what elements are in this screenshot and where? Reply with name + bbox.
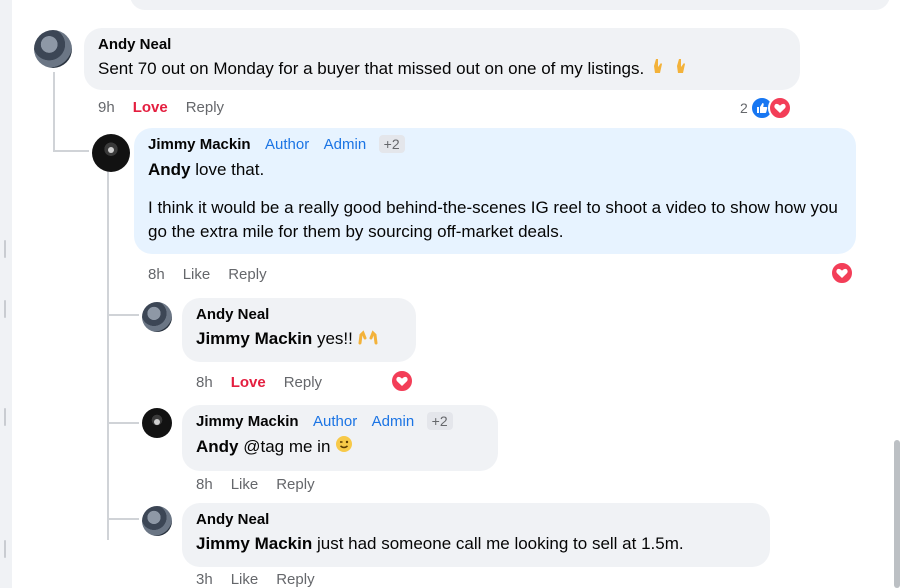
comment-text-paragraph: I think it would be a really good behind… — [148, 198, 838, 241]
comment-author[interactable]: Andy Neal — [196, 511, 756, 528]
timestamp[interactable]: 3h — [196, 571, 213, 588]
mention-link[interactable]: Jimmy Mackin — [196, 534, 312, 553]
previous-comment-bubble — [130, 0, 890, 10]
comment-bubble: Andy Neal Jimmy Mackin just had someone … — [182, 503, 770, 567]
scrollbar[interactable] — [894, 440, 900, 588]
thread-line — [53, 72, 55, 152]
comment-body: love that. — [190, 160, 265, 179]
heart-reaction-icon — [830, 261, 854, 285]
author-badge: Author — [313, 413, 358, 430]
comment-body: just had someone call me looking to sell… — [312, 534, 684, 553]
mention-link[interactable]: Andy — [196, 437, 239, 456]
timestamp[interactable]: 8h — [148, 266, 165, 283]
comment-actions: 8h Love Reply — [196, 374, 322, 391]
love-button[interactable]: Love — [231, 374, 266, 391]
comment-author[interactable]: Jimmy Mackin — [196, 413, 299, 430]
thread-connector — [107, 314, 139, 316]
left-panel-edge — [0, 0, 12, 588]
more-badges[interactable]: +2 — [426, 412, 453, 430]
like-button[interactable]: Like — [183, 266, 211, 283]
reply-button[interactable]: Reply — [276, 476, 314, 493]
love-button[interactable]: Love — [133, 99, 168, 116]
comment-body: @tag me in — [238, 437, 331, 456]
thread-connector — [107, 422, 139, 424]
reply-button[interactable]: Reply — [284, 374, 322, 391]
comment-text: Jimmy Mackin yes!! — [196, 327, 402, 352]
comment-text: Andy @tag me in — [196, 435, 484, 460]
comment-bubble: Andy Neal Jimmy Mackin yes!! — [182, 298, 416, 362]
reaction-summary[interactable] — [830, 261, 854, 285]
heart-reaction-icon — [767, 96, 792, 120]
reply-button[interactable]: Reply — [186, 99, 224, 116]
like-button[interactable]: Like — [231, 476, 259, 493]
reply-button[interactable]: Reply — [276, 571, 314, 588]
crossed-fingers-emoji — [649, 57, 667, 82]
reaction-summary[interactable]: 2 — [740, 96, 792, 120]
comment-body: yes!! — [312, 329, 353, 348]
comment-header: Jimmy Mackin Author Admin +2 — [196, 412, 484, 431]
avatar[interactable] — [142, 506, 172, 536]
timestamp[interactable]: 9h — [98, 99, 115, 116]
comment-text: Jimmy Mackin just had someone call me lo… — [196, 532, 756, 556]
avatar[interactable] — [34, 30, 72, 68]
comment-author[interactable]: Jimmy Mackin — [148, 136, 251, 153]
comment-bubble: Andy Neal Sent 70 out on Monday for a bu… — [84, 28, 800, 90]
comment-author[interactable]: Andy Neal — [98, 36, 786, 53]
avatar[interactable] — [142, 408, 172, 438]
comment-actions: 3h Like Reply — [196, 571, 315, 588]
timestamp[interactable]: 8h — [196, 374, 213, 391]
timestamp[interactable]: 8h — [196, 476, 213, 493]
author-badge: Author — [265, 136, 310, 153]
heart-reaction-icon — [390, 369, 414, 393]
comment-text: Andy love that. — [148, 158, 842, 182]
crossed-fingers-emoji — [672, 57, 690, 82]
comment-author[interactable]: Andy Neal — [196, 306, 402, 323]
reply-button[interactable]: Reply — [228, 266, 266, 283]
thread-connector — [53, 150, 89, 152]
more-badges[interactable]: +2 — [378, 135, 405, 153]
comment-actions: 9h Love Reply — [98, 99, 224, 116]
admin-badge: Admin — [323, 136, 367, 153]
comment-body: Sent 70 out on Monday for a buyer that m… — [98, 59, 645, 78]
reaction-count: 2 — [740, 100, 748, 116]
comment-text: Sent 70 out on Monday for a buyer that m… — [98, 57, 786, 82]
thread-line — [107, 170, 109, 540]
mention-link[interactable]: Jimmy Mackin — [196, 329, 312, 348]
comment-bubble: Jimmy Mackin Author Admin +2 Andy @tag m… — [182, 405, 498, 471]
admin-badge: Admin — [371, 413, 415, 430]
avatar[interactable] — [142, 302, 172, 332]
thread-connector — [107, 518, 139, 520]
raising-hands-emoji — [358, 328, 378, 352]
comment-bubble: Jimmy Mackin Author Admin +2 Andy love t… — [134, 128, 856, 254]
reaction-summary[interactable] — [390, 369, 414, 393]
like-button[interactable]: Like — [231, 571, 259, 588]
comment-header: Jimmy Mackin Author Admin +2 — [148, 135, 842, 154]
avatar[interactable] — [92, 134, 130, 172]
winking-face-emoji — [335, 435, 353, 460]
comment-actions: 8h Like Reply — [196, 476, 315, 493]
comment-actions: 8h Like Reply — [148, 266, 267, 283]
mention-link[interactable]: Andy — [148, 160, 191, 179]
